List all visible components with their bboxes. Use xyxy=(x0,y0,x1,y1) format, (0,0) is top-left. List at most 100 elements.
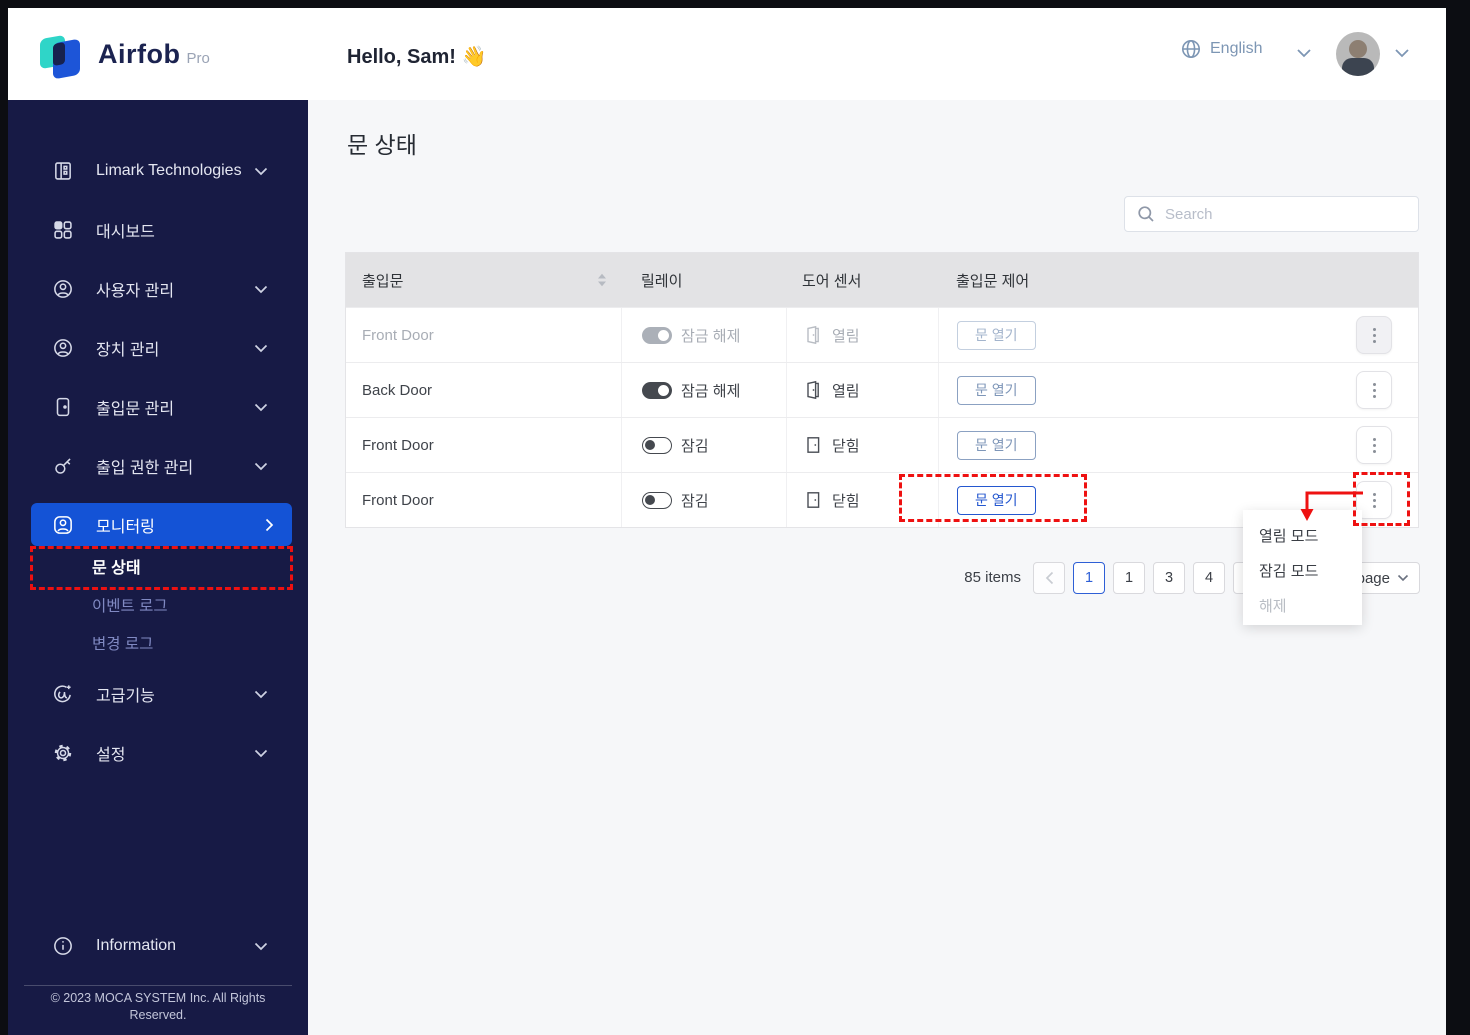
sidebar-subitem-change-log[interactable]: 변경 로그 xyxy=(92,632,153,654)
chevron-down-icon xyxy=(254,167,268,175)
sidebar-item-dashboard[interactable]: 대시보드 xyxy=(8,216,308,244)
sidebar-item-settings[interactable]: 설정 xyxy=(8,739,308,767)
pagination-page-button[interactable]: 1 xyxy=(1113,562,1145,594)
greeting-text: Hello, Sam! 👋 xyxy=(347,46,487,68)
user-icon xyxy=(54,280,72,298)
door-name: Front Door xyxy=(362,326,434,344)
kebab-icon xyxy=(1372,437,1376,453)
relay-toggle[interactable] xyxy=(642,381,672,399)
table-header-row: 출입문 릴레이 도어 센서 출입문 제어 xyxy=(346,253,1418,307)
key-icon xyxy=(55,458,71,474)
door-icon xyxy=(56,397,70,417)
sensor-label: 닫힘 xyxy=(832,492,860,510)
language-label: English xyxy=(1210,40,1263,57)
chevron-down-icon xyxy=(254,942,268,950)
relay-label: 잠금 해제 xyxy=(681,382,741,400)
sidebar-item-information[interactable]: Information xyxy=(8,932,308,960)
copyright-text: © 2023 MOCA SYSTEM Inc. All Rights Reser… xyxy=(50,991,266,1022)
sidebar-item-label: 장치 관리 xyxy=(96,342,160,359)
pagination-total: 85 items xyxy=(964,569,1021,586)
sidebar-item-label: 사용자 관리 xyxy=(96,283,175,300)
sidebar-item-label: 고급기능 xyxy=(96,688,155,705)
chevron-down-icon[interactable] xyxy=(1296,48,1312,58)
search-box xyxy=(1124,196,1419,232)
page-title: 문 상태 xyxy=(347,132,417,158)
menu-item-release[interactable]: 해제 xyxy=(1243,588,1362,623)
search-input[interactable] xyxy=(1165,205,1395,223)
sidebar-item-devices[interactable]: 장치 관리 xyxy=(8,334,308,362)
kebab-icon xyxy=(1372,492,1376,508)
menu-item-open-mode[interactable]: 열림 모드 xyxy=(1243,518,1362,553)
table-row: Front Door 잠금 해제 열림 문 열기 xyxy=(346,307,1418,362)
chevron-down-icon xyxy=(254,749,268,757)
table-row: Front Door 잠김 닫힘 문 열기 xyxy=(346,417,1418,472)
brand-logo[interactable]: Airfob Pro xyxy=(40,28,270,80)
column-header-control: 출입문 제어 xyxy=(956,272,1030,290)
sidebar-item-label: 설정 xyxy=(96,747,126,764)
menu-item-lock-mode[interactable]: 잠김 모드 xyxy=(1243,553,1362,588)
chevron-down-icon xyxy=(254,690,268,698)
sort-icon[interactable] xyxy=(597,273,607,287)
brand-name: Airfob xyxy=(98,38,181,69)
column-header-door[interactable]: 출입문 xyxy=(346,270,621,291)
top-header: Airfob Pro Hello, Sam! 👋 English xyxy=(8,8,1446,100)
door-control-context-menu: 열림 모드 잠김 모드 해제 xyxy=(1243,510,1362,625)
door-name: Back Door xyxy=(362,381,433,399)
sidebar-item-access-rights[interactable]: 출입 권한 관리 xyxy=(8,452,308,480)
sensor-label: 닫힘 xyxy=(832,437,860,455)
kebab-icon xyxy=(1372,327,1376,343)
open-door-button[interactable]: 문 열기 xyxy=(957,375,1036,405)
kebab-icon xyxy=(1372,382,1376,398)
relay-toggle[interactable] xyxy=(642,326,672,344)
pagination-page-button[interactable]: 3 xyxy=(1153,562,1185,594)
pagination-page-button[interactable]: 1 xyxy=(1073,562,1105,594)
sidebar-item-advanced[interactable]: 고급기능 xyxy=(8,680,308,708)
relay-toggle[interactable] xyxy=(642,491,672,509)
open-door-button[interactable]: 문 열기 xyxy=(957,320,1036,350)
pagination-prev-button[interactable] xyxy=(1033,562,1065,594)
kebab-menu-button[interactable] xyxy=(1356,426,1392,464)
door-name: Front Door xyxy=(362,436,434,454)
monitor-icon xyxy=(54,515,72,534)
sidebar-item-monitoring[interactable]: 모니터링 xyxy=(31,503,292,546)
open-door-button[interactable]: 문 열기 xyxy=(957,485,1036,515)
brand-logo-icon xyxy=(40,29,86,80)
sidebar-item-organization[interactable]: Limark Technologies xyxy=(8,157,308,185)
sidebar: Limark Technologies 대시보드 사용자 관리 장치 관리 출입… xyxy=(8,100,308,1035)
kebab-menu-button[interactable] xyxy=(1356,316,1392,354)
door-closed-icon xyxy=(807,437,820,453)
door-status-table: 출입문 릴레이 도어 센서 출입문 제어 Front Door 잠금 해제 열림… xyxy=(345,252,1419,528)
gear-icon xyxy=(54,744,72,762)
chevron-down-icon[interactable] xyxy=(1394,48,1410,58)
sensor-label: 열림 xyxy=(832,382,860,400)
sidebar-item-label: 출입 권한 관리 xyxy=(96,460,194,477)
door-closed-icon xyxy=(807,492,820,508)
sidebar-item-doors[interactable]: 출입문 관리 xyxy=(8,393,308,421)
pagination-page-button[interactable]: 4 xyxy=(1193,562,1225,594)
building-icon xyxy=(55,162,71,180)
relay-toggle[interactable] xyxy=(642,436,672,454)
info-icon xyxy=(54,937,72,955)
chevron-left-icon xyxy=(1045,571,1053,585)
sidebar-subitem-door-status[interactable]: 문 상태 xyxy=(92,554,141,578)
sidebar-item-label: 모니터링 xyxy=(96,518,155,536)
sidebar-item-label: 대시보드 xyxy=(96,224,155,241)
relay-label: 잠금 해제 xyxy=(681,327,741,345)
annotation-door-status xyxy=(30,546,293,590)
sidebar-item-label: Information xyxy=(96,937,177,954)
kebab-menu-button[interactable] xyxy=(1356,371,1392,409)
door-open-icon xyxy=(807,380,819,400)
relay-label: 잠김 xyxy=(681,437,709,455)
language-selector[interactable]: English xyxy=(1180,38,1262,60)
chevron-down-icon xyxy=(254,462,268,470)
door-name: Front Door xyxy=(362,491,434,509)
sensor-label: 열림 xyxy=(832,327,860,345)
sidebar-item-users[interactable]: 사용자 관리 xyxy=(8,275,308,303)
sidebar-subitem-event-log[interactable]: 이벤트 로그 xyxy=(92,594,168,616)
avatar[interactable] xyxy=(1336,32,1380,76)
relay-label: 잠김 xyxy=(681,492,709,510)
column-header-sensor: 도어 센서 xyxy=(802,272,862,290)
open-door-button[interactable]: 문 열기 xyxy=(957,430,1036,460)
chevron-down-icon xyxy=(254,344,268,352)
column-header-relay: 릴레이 xyxy=(641,272,683,290)
